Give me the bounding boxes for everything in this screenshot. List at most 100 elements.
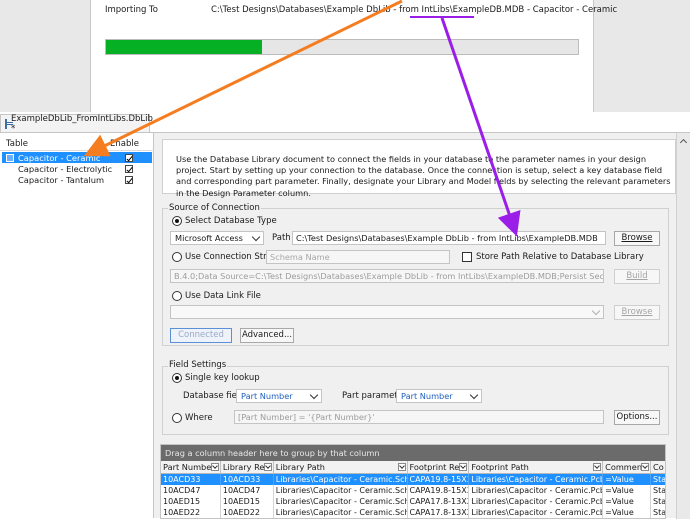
where-label: Where xyxy=(185,413,213,423)
grid-cell: =Value xyxy=(603,474,652,485)
chevron-down-icon xyxy=(309,390,319,400)
browse-button[interactable]: Browse xyxy=(614,231,660,246)
grid-cell: Libraries\Capacitor - Ceramic.SchLib xyxy=(275,496,408,507)
grid-cell: CAPA17.8-13X21 xyxy=(408,507,470,518)
chevron-down-icon xyxy=(469,390,479,400)
grid-cell: Libraries\Capacitor - Ceramic.PcbLib xyxy=(471,507,604,518)
grid-cell: Libraries\Capacitor - Ceramic.SchLib xyxy=(275,485,408,496)
table-row-capacitor-tantalum[interactable]: Capacitor - Tantalum xyxy=(2,174,152,185)
single-key-lookup-radio[interactable] xyxy=(172,373,182,383)
enable-checkbox[interactable] xyxy=(125,164,133,173)
filter-dropdown-icon[interactable] xyxy=(263,463,272,471)
grid-cell: Sta xyxy=(653,508,665,517)
grid-cell: =Value xyxy=(603,485,652,496)
column-header-part-number[interactable]: Part Number xyxy=(161,461,221,473)
column-header-library-path[interactable]: Library Path xyxy=(274,461,408,473)
column-header-library-ref[interactable]: Library Ref xyxy=(221,461,274,473)
scroll-up-icon[interactable] xyxy=(679,138,688,147)
importing-to-file: ExampleDB.MDB xyxy=(452,5,525,15)
dblib-document-icon xyxy=(5,118,13,129)
background-right xyxy=(594,0,690,112)
table-row[interactable]: 10ACD47 10ACD47 Libraries\Capacitor - Cera… xyxy=(161,485,665,496)
filter-dropdown-icon[interactable] xyxy=(210,463,219,471)
table-row-capacitor-ceramic[interactable]: Capacitor - Ceramic xyxy=(2,152,152,163)
filter-dropdown-icon[interactable] xyxy=(593,463,602,471)
options-button[interactable]: Options... xyxy=(614,410,660,425)
where-radio[interactable] xyxy=(172,413,182,423)
grid-cell: 10ACD47 xyxy=(221,485,274,496)
grid-cell: 10AED15 xyxy=(161,496,221,507)
grid-cell: 10ACD33 xyxy=(161,474,221,485)
grid-cell: 10AED22 xyxy=(161,507,221,518)
path-input[interactable]: C:\Test Designs\Databases\Example DbLib … xyxy=(292,231,606,245)
table-row[interactable]: 10AED22 10AED22 Libraries\Capacitor - Cera… xyxy=(161,507,665,518)
single-key-lookup-label: Single key lookup xyxy=(185,373,260,383)
use-data-link-file-radio[interactable] xyxy=(172,291,182,301)
document-tab[interactable]: ExampleDbLib_FromIntLibs.DbLib * xyxy=(0,113,153,134)
grid-cell: 10AED22 xyxy=(221,507,274,518)
use-data-link-file-label: Use Data Link File xyxy=(185,291,261,301)
store-path-relative-label: Store Path Relative to Database Library xyxy=(476,252,644,262)
enable-column-header[interactable]: Enable xyxy=(110,139,154,150)
grid-body: 10ACD33 10ACD33 Libraries\Capacitor - Cera… xyxy=(161,474,665,518)
grid-cell: Libraries\Capacitor - Ceramic.PcbLib xyxy=(471,485,604,496)
database-field-select[interactable]: Part Number xyxy=(236,389,322,403)
grid-cell: Sta xyxy=(653,486,665,495)
import-progress-dialog: Importing To C:\Test Designs\Databases\E… xyxy=(90,0,617,112)
advanced-button[interactable]: Advanced... xyxy=(240,328,294,343)
enable-checkbox[interactable] xyxy=(125,153,133,162)
field-mapping-grid: Drag a column header here to group by th… xyxy=(160,444,666,519)
table-list-pane: Table Enable Capacitor - Ceramic Capacit… xyxy=(0,132,154,518)
file-underline-annotation xyxy=(410,16,474,18)
dblib-settings-area: Use the Database Library document to con… xyxy=(154,132,690,519)
grid-cell: =Value xyxy=(603,507,652,518)
select-database-type-label: Select Database Type xyxy=(185,216,277,226)
import-progress-bar xyxy=(105,39,579,55)
connection-string-input[interactable]: B.4.0;Data Source=C:\Test Designs\Databa… xyxy=(170,269,604,283)
grid-cell: Libraries\Capacitor - Ceramic.SchLib xyxy=(275,474,408,485)
document-tab-title: ExampleDbLib_FromIntLibs.DbLib * xyxy=(11,113,153,134)
grid-header: Part Number Library Ref Library Path Foo… xyxy=(161,461,665,474)
chevron-down-icon xyxy=(591,306,601,316)
use-connection-string-radio[interactable] xyxy=(172,252,182,262)
grid-cell: 10ACD33 xyxy=(221,474,274,485)
build-button[interactable]: Build xyxy=(614,269,660,284)
select-database-type-radio[interactable] xyxy=(172,216,182,226)
grid-cell: Libraries\Capacitor - Ceramic.SchLib xyxy=(275,507,408,518)
part-parameter-select[interactable]: Part Number xyxy=(396,389,482,403)
table-row[interactable]: 10AED15 10AED15 Libraries\Capacitor - Cera… xyxy=(161,496,665,507)
grid-cell: Sta xyxy=(653,497,665,506)
table-name: Capacitor - Ceramic xyxy=(18,152,101,163)
background-left xyxy=(0,0,90,112)
column-header-footprint-ref[interactable]: Footprint Ref xyxy=(408,461,470,473)
connected-button[interactable]: Connected xyxy=(170,328,232,343)
table-column-header[interactable]: Table xyxy=(0,139,110,150)
grid-cell: CAPA17.8-13X21 xyxy=(408,496,470,507)
path-label: Path xyxy=(272,233,291,243)
schema-name-input[interactable]: Schema Name xyxy=(266,250,450,264)
grid-cell: 10AED15 xyxy=(221,496,274,507)
filter-dropdown-icon[interactable] xyxy=(397,463,406,471)
data-link-file-select[interactable] xyxy=(170,305,604,319)
table-name: Capacitor - Electrolytic xyxy=(18,163,113,174)
enable-checkbox[interactable] xyxy=(125,175,133,184)
grid-cell: Libraries\Capacitor - Ceramic.PcbLib xyxy=(471,496,604,507)
where-clause-input[interactable]: [Part Number] = '{Part Number}' xyxy=(234,410,604,424)
chevron-down-icon xyxy=(251,232,261,242)
column-header-comment[interactable]: Comment xyxy=(603,461,652,473)
database-type-select[interactable]: Microsoft Access xyxy=(170,231,264,245)
filter-dropdown-icon[interactable] xyxy=(641,463,650,471)
grid-cell: CAPA19.8-15X30 xyxy=(408,474,470,485)
table-name: Capacitor - Tantalum xyxy=(18,174,105,185)
vertical-scrollbar[interactable] xyxy=(676,133,690,519)
column-header-footprint-path[interactable]: Footprint Path xyxy=(469,461,604,473)
grid-cell: =Value xyxy=(603,496,652,507)
group-by-bar[interactable]: Drag a column header here to group by th… xyxy=(161,445,665,461)
table-row-capacitor-electrolytic[interactable]: Capacitor - Electrolytic xyxy=(2,163,152,174)
browse-data-link-button[interactable]: Browse xyxy=(614,305,660,320)
store-path-relative-checkbox[interactable] xyxy=(462,252,472,262)
filter-dropdown-icon[interactable] xyxy=(459,463,468,471)
instructions-text: Use the Database Library document to con… xyxy=(162,139,676,198)
table-row[interactable]: 10ACD33 10ACD33 Libraries\Capacitor - Cera… xyxy=(161,474,665,485)
column-header-co[interactable]: Co xyxy=(651,461,665,473)
